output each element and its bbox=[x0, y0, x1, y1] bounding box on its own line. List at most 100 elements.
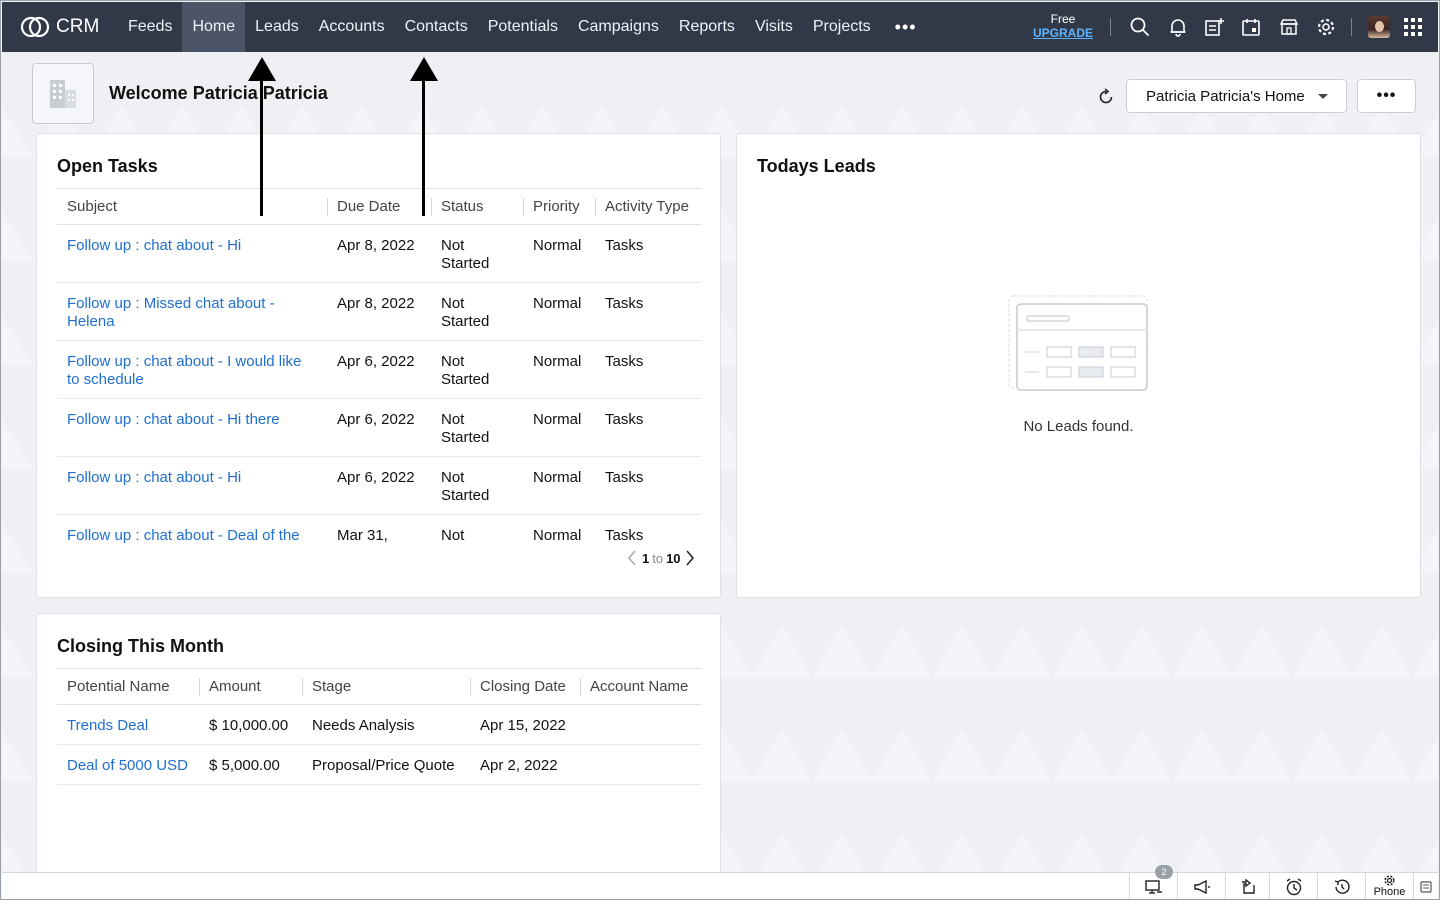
notes-icon[interactable] bbox=[1413, 873, 1438, 899]
table-row: Follow up : Missed chat about -Helena Ap… bbox=[57, 282, 701, 341]
gear-icon[interactable] bbox=[1315, 16, 1337, 38]
annotation-arrow-line bbox=[422, 79, 425, 216]
bottom-toolbar: Phone bbox=[2, 872, 1438, 899]
nav-accounts[interactable]: Accounts bbox=[309, 2, 395, 52]
page-from: 1 bbox=[642, 550, 650, 566]
closing-month-table: Potential Name Amount Stage Closing Date… bbox=[57, 668, 701, 785]
todays-leads-card: Todays Leads No Leads found. bbox=[736, 133, 1421, 598]
task-subject-link[interactable]: Follow up : chat about - Deal of the bbox=[67, 527, 300, 544]
bell-icon[interactable] bbox=[1167, 16, 1189, 38]
logo-text: CRM bbox=[56, 16, 100, 37]
column-header-activity-type[interactable]: Activity Type bbox=[595, 188, 701, 225]
task-activity-type: Tasks bbox=[595, 456, 701, 515]
nav-reports[interactable]: Reports bbox=[669, 2, 745, 52]
column-header-account-name[interactable]: Account Name bbox=[580, 668, 701, 705]
task-subject-link[interactable]: Follow up : Missed chat about -Helena bbox=[67, 295, 275, 330]
task-due-date: Apr 6, 2022 bbox=[327, 340, 431, 399]
app-grid-icon[interactable] bbox=[1402, 16, 1424, 38]
avatar-face bbox=[1375, 21, 1384, 32]
phone-button[interactable]: Phone bbox=[1365, 873, 1413, 899]
table-row: Trends Deal $ 10,000.00 Needs Analysis A… bbox=[57, 704, 701, 745]
history-icon[interactable] bbox=[1317, 873, 1365, 899]
task-priority: Normal bbox=[523, 398, 595, 457]
task-activity-type: Tasks bbox=[605, 527, 644, 544]
task-status: Not Started bbox=[431, 282, 523, 341]
moon-icon[interactable] bbox=[1225, 873, 1269, 899]
task-subject-link[interactable]: Follow up : chat about - Hi bbox=[67, 237, 241, 254]
task-due-date: Apr 6, 2022 bbox=[327, 456, 431, 515]
task-subject-link[interactable]: Follow up : chat about - Hi there bbox=[67, 411, 280, 428]
column-header-closing-date[interactable]: Closing Date bbox=[470, 668, 580, 705]
refresh-icon[interactable] bbox=[1095, 86, 1117, 108]
column-header-stage[interactable]: Stage bbox=[302, 668, 470, 705]
chevron-right-icon[interactable] bbox=[685, 550, 695, 566]
nav-campaigns[interactable]: Campaigns bbox=[568, 2, 669, 52]
potential-amount: $ 10,000.00 bbox=[199, 704, 302, 745]
column-header-subject[interactable]: Subject bbox=[57, 188, 327, 225]
nav-feeds[interactable]: Feeds bbox=[118, 2, 182, 52]
search-icon[interactable] bbox=[1129, 16, 1151, 38]
header-more-button[interactable]: ••• bbox=[1357, 79, 1416, 113]
top-navigation: CRM Feeds Home Leads Accounts Contacts P… bbox=[2, 2, 1438, 52]
open-tasks-table: Subject Due Date Status Priority Activit… bbox=[57, 188, 701, 555]
column-header-amount[interactable]: Amount bbox=[199, 668, 302, 705]
column-header-due-date[interactable]: Due Date bbox=[327, 188, 431, 225]
potential-name-link[interactable]: Deal of 5000 USD bbox=[67, 757, 188, 774]
task-due-date: Apr 8, 2022 bbox=[327, 224, 431, 283]
calendar-icon[interactable] bbox=[1240, 16, 1262, 38]
task-status: Not Started bbox=[431, 456, 523, 515]
alarm-icon[interactable] bbox=[1269, 873, 1317, 899]
annotation-arrow-head bbox=[248, 57, 276, 81]
announcement-icon[interactable] bbox=[1177, 873, 1225, 899]
upgrade-link[interactable]: UPGRADE bbox=[1030, 26, 1096, 40]
home-view-label: Patricia Patricia's Home bbox=[1146, 87, 1305, 105]
potential-account-name bbox=[580, 704, 701, 745]
nav-visits[interactable]: Visits bbox=[745, 2, 803, 52]
app-window: CRM Feeds Home Leads Accounts Contacts P… bbox=[0, 0, 1440, 900]
potential-stage: Needs Analysis bbox=[302, 704, 470, 745]
open-tasks-card: Open Tasks Subject Due Date Status Prior… bbox=[36, 133, 721, 598]
column-header-priority[interactable]: Priority bbox=[523, 188, 595, 225]
chevron-down-icon bbox=[1318, 94, 1328, 99]
avatar[interactable] bbox=[1368, 16, 1390, 38]
potential-closing-date: Apr 2, 2022 bbox=[470, 744, 580, 785]
task-subject-link[interactable]: Follow up : chat about - I would like to… bbox=[67, 353, 301, 388]
potential-amount: $ 5,000.00 bbox=[199, 744, 302, 785]
compose-icon[interactable] bbox=[1203, 16, 1225, 38]
potential-account-name bbox=[580, 744, 701, 785]
table-row: Deal of 5000 USD $ 5,000.00 Proposal/Pri… bbox=[57, 744, 701, 785]
nav-potentials[interactable]: Potentials bbox=[478, 2, 568, 52]
task-status: Not Started bbox=[431, 340, 523, 399]
todays-leads-title: Todays Leads bbox=[757, 156, 876, 176]
task-due-date: Apr 6, 2022 bbox=[327, 398, 431, 457]
home-view-select[interactable]: Patricia Patricia's Home bbox=[1126, 79, 1347, 113]
nav-more-button[interactable]: ••• bbox=[881, 2, 931, 52]
task-status: Not Started bbox=[431, 398, 523, 457]
task-priority: Normal bbox=[533, 527, 582, 544]
divider bbox=[1110, 18, 1111, 36]
empty-table-illustration bbox=[1007, 294, 1151, 401]
marketplace-icon[interactable] bbox=[1278, 16, 1300, 38]
crm-logo[interactable]: CRM bbox=[20, 15, 118, 39]
open-tasks-title: Open Tasks bbox=[57, 156, 158, 176]
potential-name-link[interactable]: Trends Deal bbox=[67, 717, 148, 734]
potential-stage: Proposal/Price Quote bbox=[302, 744, 470, 785]
table-row: Follow up : chat about - Deal of the Mar… bbox=[57, 515, 701, 555]
column-header-status[interactable]: Status bbox=[431, 188, 523, 225]
nav-contacts[interactable]: Contacts bbox=[395, 2, 478, 52]
task-activity-type: Tasks bbox=[595, 224, 701, 283]
pagination: 1 to 10 bbox=[627, 550, 695, 566]
column-header-potential-name[interactable]: Potential Name bbox=[57, 668, 199, 705]
task-subject-link[interactable]: Follow up : chat about - Hi bbox=[67, 469, 241, 486]
nav-projects[interactable]: Projects bbox=[803, 2, 881, 52]
notification-badge: 2 bbox=[1155, 865, 1173, 879]
task-due-date: Mar 31, bbox=[337, 527, 388, 544]
task-priority: Normal bbox=[523, 224, 595, 283]
nav-home[interactable]: Home bbox=[182, 2, 246, 52]
annotation-arrow-line bbox=[260, 79, 263, 216]
plan-label: Free bbox=[1050, 12, 1076, 26]
potential-closing-date: Apr 15, 2022 bbox=[470, 704, 580, 745]
table-row: Follow up : chat about - Hi there Apr 6,… bbox=[57, 398, 701, 457]
nav-leads[interactable]: Leads bbox=[245, 2, 309, 52]
chevron-left-icon[interactable] bbox=[627, 550, 637, 566]
